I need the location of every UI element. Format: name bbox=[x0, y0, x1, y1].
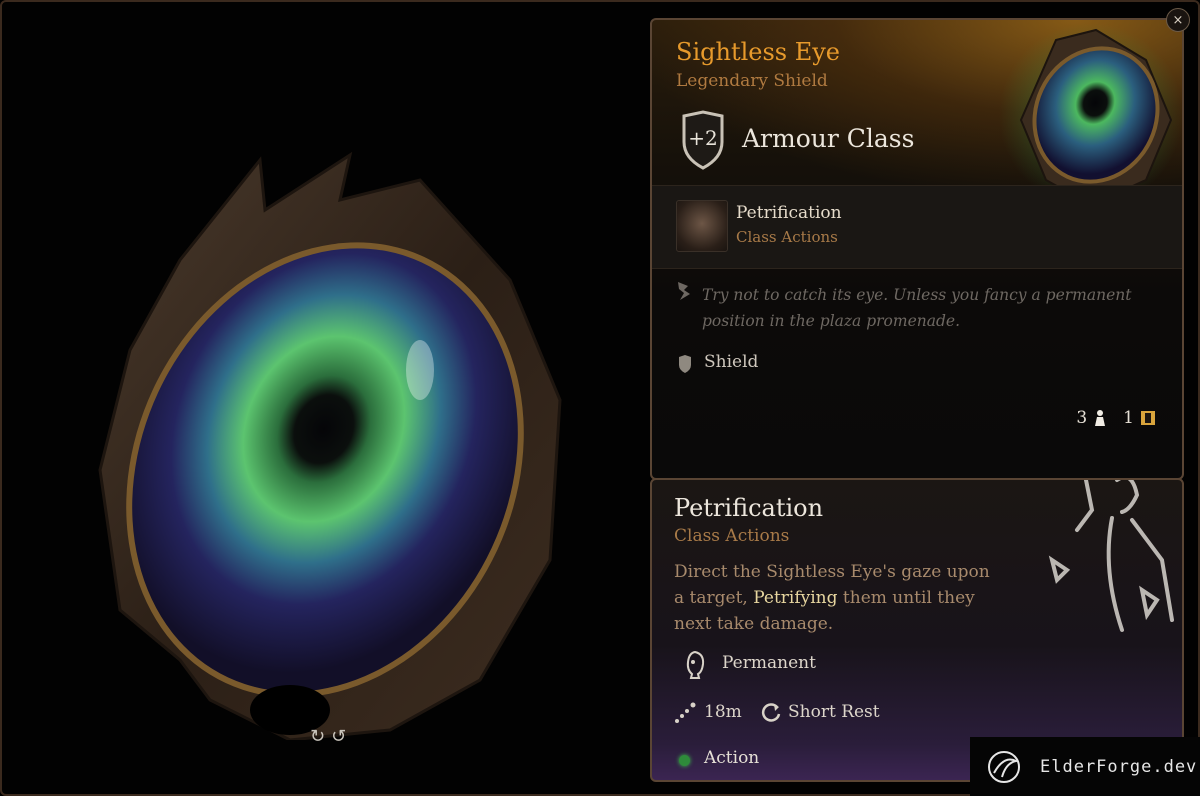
item-tooltip: Sightless Eye Legendary Shield +2 Armour… bbox=[650, 18, 1184, 480]
action-cost-label: Action bbox=[704, 748, 760, 768]
watermark-text: ElderForge.dev bbox=[1040, 756, 1198, 777]
watermark-logo-icon bbox=[988, 750, 1020, 783]
armour-class-value: +2 bbox=[688, 126, 718, 150]
item-rarity-type: Legendary Shield bbox=[676, 71, 828, 91]
petrifying-keyword[interactable]: Petrifying bbox=[753, 588, 837, 608]
duration-icon bbox=[686, 650, 705, 679]
action-dot-icon bbox=[679, 755, 690, 766]
gold-icon bbox=[1141, 411, 1155, 425]
duration-label: Permanent bbox=[722, 653, 816, 673]
action-description: Direct the Sightless Eye's gaze upon a t… bbox=[674, 559, 994, 637]
petrification-art-icon bbox=[1048, 480, 1174, 632]
passive-row[interactable]: Petrification Class Actions bbox=[652, 185, 1182, 269]
watermark: ElderForge.dev bbox=[970, 737, 1200, 796]
item-stats: 3 1 bbox=[1076, 408, 1156, 428]
gold-value: 1 bbox=[1123, 408, 1134, 428]
passive-name: Petrification bbox=[736, 203, 842, 223]
flavor-text: Try not to catch its eye. Unless you fan… bbox=[702, 286, 1132, 330]
close-button[interactable]: × bbox=[1166, 8, 1190, 32]
short-rest-icon bbox=[761, 703, 781, 722]
shield-icon bbox=[679, 355, 691, 373]
rotate-controls: ↻ ↺ bbox=[310, 726, 346, 747]
armour-class-label: Armour Class bbox=[742, 124, 915, 153]
value-stat: 1 bbox=[1123, 408, 1156, 428]
weight-value: 3 bbox=[1076, 408, 1088, 428]
recharge-label: Short Rest bbox=[788, 702, 880, 722]
item-3d-preview[interactable] bbox=[90, 140, 590, 742]
range-icon bbox=[675, 702, 696, 723]
range-label: 18m bbox=[704, 702, 742, 722]
passive-subtitle: Class Actions bbox=[736, 228, 838, 246]
action-name: Petrification bbox=[674, 494, 824, 522]
rotate-left-icon[interactable]: ↻ bbox=[310, 726, 325, 747]
flavor-icon bbox=[678, 282, 690, 300]
proficiency-label: Shield bbox=[704, 352, 759, 372]
petrification-icon bbox=[676, 200, 728, 252]
rotate-right-icon[interactable]: ↺ bbox=[331, 726, 346, 747]
action-subtitle: Class Actions bbox=[674, 526, 790, 546]
weight-stat: 3 bbox=[1076, 408, 1107, 428]
weight-icon bbox=[1095, 410, 1106, 426]
item-name: Sightless Eye bbox=[676, 38, 841, 66]
